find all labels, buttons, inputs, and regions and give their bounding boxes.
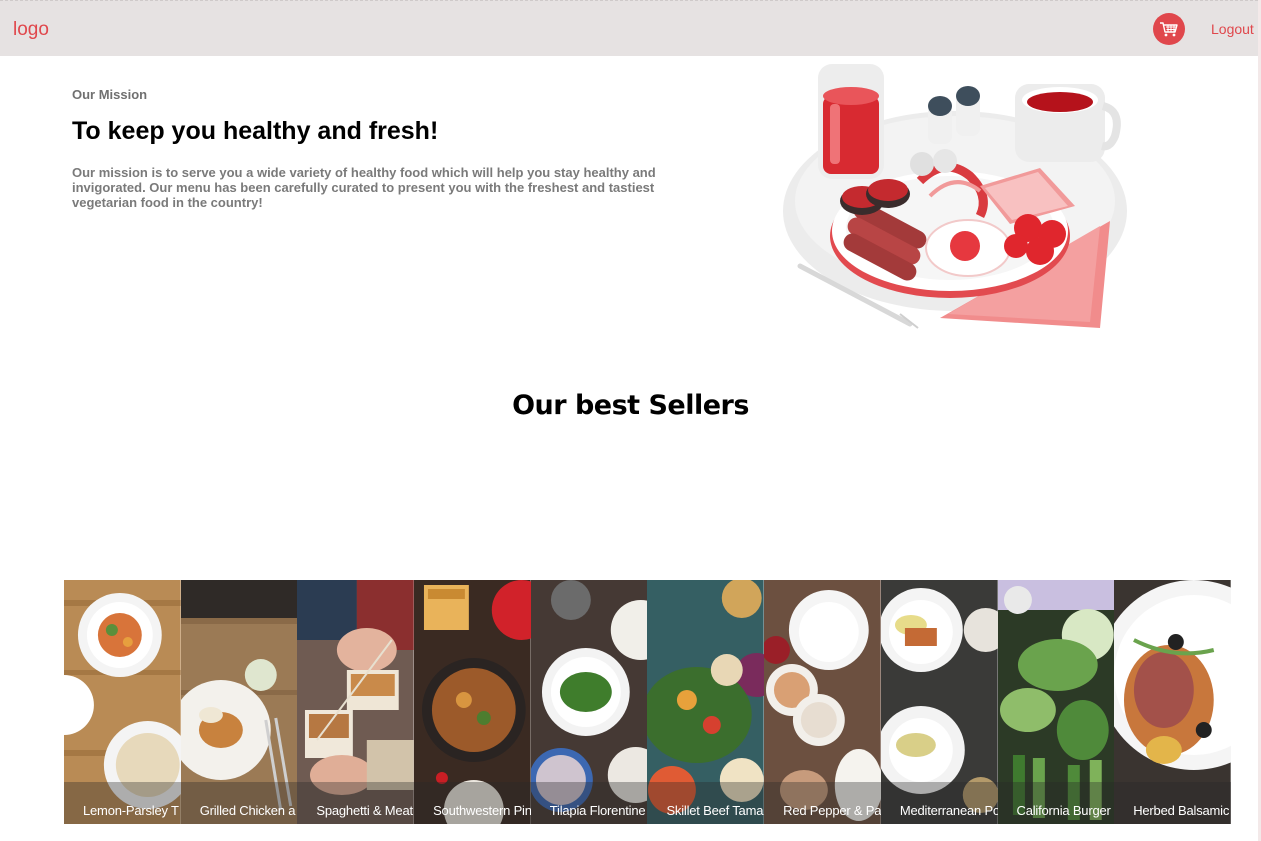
best-seller-card[interactable]: Mediterranean Po (880, 580, 998, 824)
best-seller-label: Southwestern Pin (414, 782, 531, 824)
best-seller-label: Mediterranean Po (880, 782, 998, 824)
logo[interactable]: logo (13, 19, 49, 41)
best-seller-label: California Burger (997, 782, 1115, 824)
breakfast-illustration (783, 64, 1127, 329)
best-seller-card[interactable]: Skillet Beef Tama (647, 580, 765, 824)
best-sellers-title: Our best Sellers (512, 390, 749, 421)
best-seller-label: Lemon-Parsley T (64, 782, 181, 824)
best-seller-label: Grilled Chicken a (180, 782, 298, 824)
best-seller-card[interactable]: Herbed Balsamic (1114, 580, 1231, 824)
best-seller-label: Red Pepper & Pa (764, 782, 881, 824)
cart-icon (1160, 22, 1178, 37)
best-seller-card[interactable]: Spaghetti & Meat (297, 580, 415, 824)
best-sellers-gallery: Lemon-Parsley T Grilled Chicken a Spaghe… (64, 580, 1231, 824)
best-seller-card[interactable]: Tilapia Florentine (530, 580, 648, 824)
best-seller-card[interactable]: Red Pepper & Pa (764, 580, 881, 824)
best-seller-label: Skillet Beef Tama (647, 782, 765, 824)
best-seller-card[interactable]: Southwestern Pin (414, 580, 531, 824)
mission-description: Our mission is to serve you a wide varie… (72, 165, 656, 210)
best-seller-label: Spaghetti & Meat (297, 782, 415, 824)
best-seller-card[interactable]: Grilled Chicken a (180, 580, 298, 824)
best-seller-label: Tilapia Florentine (530, 782, 648, 824)
logout-link[interactable]: Logout (1211, 21, 1254, 37)
best-seller-card[interactable]: California Burger (997, 580, 1115, 824)
top-navbar: logo Logout (0, 0, 1258, 56)
best-seller-label: Herbed Balsamic (1114, 782, 1231, 824)
mission-eyebrow: Our Mission (72, 87, 148, 102)
best-seller-card[interactable]: Lemon-Parsley T (64, 580, 181, 824)
mission-title: To keep you healthy and fresh! (72, 117, 439, 145)
cart-button[interactable] (1153, 13, 1185, 45)
